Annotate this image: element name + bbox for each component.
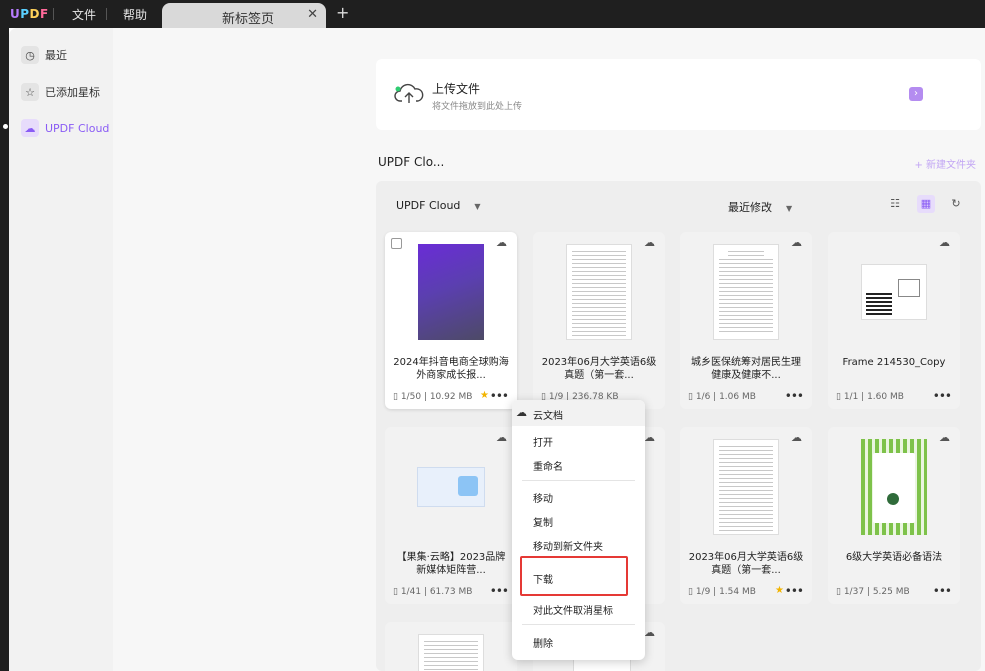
refresh-icon[interactable]: ↻ bbox=[947, 195, 965, 213]
file-name: 【果集·云略】2023品牌新媒体矩阵营... bbox=[396, 552, 506, 576]
upload-subtitle: 将文件拖放到此处上传 bbox=[432, 102, 523, 112]
star-icon[interactable]: ★ bbox=[480, 390, 489, 401]
context-menu-title: 云文档 bbox=[533, 411, 563, 422]
divider bbox=[106, 8, 107, 20]
sidebar-item-label: UPDF Cloud bbox=[45, 121, 110, 135]
file-name: 城乡医保统筹对居民生理健康及健康不... bbox=[691, 357, 801, 381]
cloud-icon: ☁ bbox=[644, 626, 655, 639]
grid-view-icon[interactable]: ▦ bbox=[917, 195, 935, 213]
file-card[interactable]: ☁ 6级大学英语必备语法 ▯ 1/37 | 5.25 MB ••• bbox=[828, 427, 960, 604]
sidebar-item-label: 最近 bbox=[45, 49, 67, 62]
sidebar: ◷ 最近 ☆ 已添加星标 ☁ UPDF Cloud bbox=[9, 28, 113, 671]
file-panel: UPDF Cloud ▼ 最近修改 ▼ ☷ ▦ ↻ ☁ 2024年抖音电商全球购海外… bbox=[376, 181, 981, 671]
sort-dropdown[interactable]: 最近修改 ▼ bbox=[728, 199, 792, 215]
tab-title: 新标签页 bbox=[222, 12, 275, 27]
file-card[interactable] bbox=[385, 622, 517, 671]
title-bar: UPDF 文件 帮助 新标签页 ✕ + bbox=[0, 0, 985, 28]
more-options-icon[interactable]: ••• bbox=[933, 389, 952, 403]
more-options-icon[interactable]: ••• bbox=[490, 389, 509, 403]
list-view-icon[interactable]: ☷ bbox=[886, 195, 904, 213]
cloud-upload-icon bbox=[394, 83, 424, 103]
context-menu-header: ☁ 云文档 bbox=[512, 400, 645, 426]
file-meta: ▯ 1/6 | 1.06 MB bbox=[688, 392, 756, 402]
star-icon[interactable]: ★ bbox=[775, 585, 784, 596]
file-meta: ▯ 1/37 | 5.25 MB bbox=[836, 587, 910, 597]
section-title: UPDF Clo... bbox=[378, 155, 445, 169]
file-name: 6级大学英语必备语法 bbox=[845, 552, 943, 563]
file-name: Frame 214530_Copy bbox=[842, 357, 946, 368]
file-card[interactable]: ☁ 2023年06月大学英语6级真题（第一套... ▯ 1/9 | 1.54 M… bbox=[680, 427, 812, 604]
left-rail bbox=[0, 28, 9, 671]
more-options-icon[interactable]: ••• bbox=[785, 389, 804, 403]
file-meta: ▯ 1/1 | 1.60 MB bbox=[836, 392, 904, 402]
file-thumbnail bbox=[713, 439, 779, 535]
file-thumbnail bbox=[418, 634, 484, 671]
rail-indicator bbox=[3, 124, 8, 129]
cloud-icon: ☁ bbox=[496, 431, 507, 444]
file-thumbnail bbox=[861, 439, 927, 535]
new-folder-button[interactable]: + 新建文件夹 bbox=[914, 156, 976, 171]
file-thumbnail bbox=[713, 244, 779, 340]
close-icon[interactable]: ✕ bbox=[307, 7, 318, 22]
divider bbox=[522, 480, 635, 481]
clock-icon: ◷ bbox=[21, 46, 39, 64]
cloud-icon: ☁ bbox=[791, 431, 802, 444]
file-meta: ▯ 1/9 | 1.54 MB bbox=[688, 587, 756, 597]
sidebar-item-updf-cloud[interactable]: ☁ UPDF Cloud bbox=[21, 117, 109, 139]
sidebar-item-starred[interactable]: ☆ 已添加星标 bbox=[21, 81, 100, 103]
file-name: 2023年06月大学英语6级真题（第一套... bbox=[541, 357, 657, 381]
file-meta: ▯ 1/41 | 61.73 MB bbox=[393, 587, 473, 597]
file-thumbnail bbox=[861, 264, 927, 320]
menu-item-rename[interactable]: 重命名 bbox=[533, 458, 563, 473]
chevron-down-icon: ▼ bbox=[474, 202, 481, 211]
updf-logo[interactable]: UPDF bbox=[10, 7, 49, 21]
sidebar-item-recent[interactable]: ◷ 最近 bbox=[21, 44, 67, 66]
file-card[interactable]: ☁ 城乡医保统筹对居民生理健康及健康不... ▯ 1/6 | 1.06 MB •… bbox=[680, 232, 812, 409]
star-icon: ☆ bbox=[21, 83, 39, 101]
cloud-icon: ☁ bbox=[516, 406, 527, 419]
chevron-down-icon: ▼ bbox=[786, 204, 793, 213]
file-name: 2023年06月大学英语6级真题（第一套... bbox=[688, 552, 804, 576]
context-menu: ☁ 云文档 打开 重命名 移动 复制 移动到新文件夹 下载 对此文件取消星标 删… bbox=[512, 400, 645, 660]
cloud-icon: ☁ bbox=[21, 119, 39, 137]
menu-item-copy[interactable]: 复制 bbox=[533, 514, 553, 529]
menu-item-unstar[interactable]: 对此文件取消星标 bbox=[533, 602, 613, 617]
cloud-icon: ☁ bbox=[791, 236, 802, 249]
more-options-icon[interactable]: ••• bbox=[933, 584, 952, 598]
file-thumbnail bbox=[566, 244, 632, 340]
file-name: 2024年抖音电商全球购海外商家成长报... bbox=[393, 357, 509, 381]
tab-new[interactable]: 新标签页 ✕ bbox=[162, 3, 326, 28]
menu-file[interactable]: 文件 bbox=[72, 6, 96, 23]
menu-item-download[interactable]: 下载 bbox=[533, 571, 553, 586]
upload-title: 上传文件 bbox=[432, 82, 481, 96]
menu-item-move[interactable]: 移动 bbox=[533, 490, 553, 505]
file-card[interactable]: ☁ 2023年06月大学英语6级真题（第一套... ▯ 1/9 | 236.78… bbox=[533, 232, 665, 409]
file-thumbnail bbox=[417, 467, 485, 507]
cloud-icon: ☁ bbox=[939, 236, 950, 249]
more-options-icon[interactable]: ••• bbox=[785, 584, 804, 598]
upload-area[interactable]: 上传文件 将文件拖放到此处上传 › bbox=[376, 59, 981, 130]
menu-item-move-to-new-folder[interactable]: 移动到新文件夹 bbox=[533, 538, 603, 553]
cloud-icon: ☁ bbox=[644, 431, 655, 444]
sidebar-item-label: 已添加星标 bbox=[45, 86, 100, 99]
location-dropdown[interactable]: UPDF Cloud ▼ bbox=[396, 199, 481, 212]
menu-help[interactable]: 帮助 bbox=[123, 6, 147, 23]
cloud-icon: ☁ bbox=[644, 236, 655, 249]
file-card[interactable]: ☁ 2024年抖音电商全球购海外商家成长报... ▯ 1/50 | 10.92 … bbox=[385, 232, 517, 409]
cloud-icon: ☁ bbox=[496, 236, 507, 249]
divider bbox=[522, 624, 635, 625]
select-checkbox[interactable] bbox=[391, 238, 402, 249]
chevron-right-icon[interactable]: › bbox=[909, 87, 923, 101]
file-card[interactable]: ☁ 【果集·云略】2023品牌新媒体矩阵营... ▯ 1/41 | 61.73 … bbox=[385, 427, 517, 604]
divider bbox=[53, 8, 54, 20]
menu-item-open[interactable]: 打开 bbox=[533, 434, 553, 449]
add-tab-icon[interactable]: + bbox=[336, 3, 349, 22]
file-thumbnail bbox=[418, 244, 484, 340]
menu-item-delete[interactable]: 删除 bbox=[533, 635, 553, 650]
more-options-icon[interactable]: ••• bbox=[490, 584, 509, 598]
file-card[interactable]: ☁ Frame 214530_Copy ▯ 1/1 | 1.60 MB ••• bbox=[828, 232, 960, 409]
cloud-icon: ☁ bbox=[939, 431, 950, 444]
file-meta: ▯ 1/50 | 10.92 MB bbox=[393, 392, 473, 402]
